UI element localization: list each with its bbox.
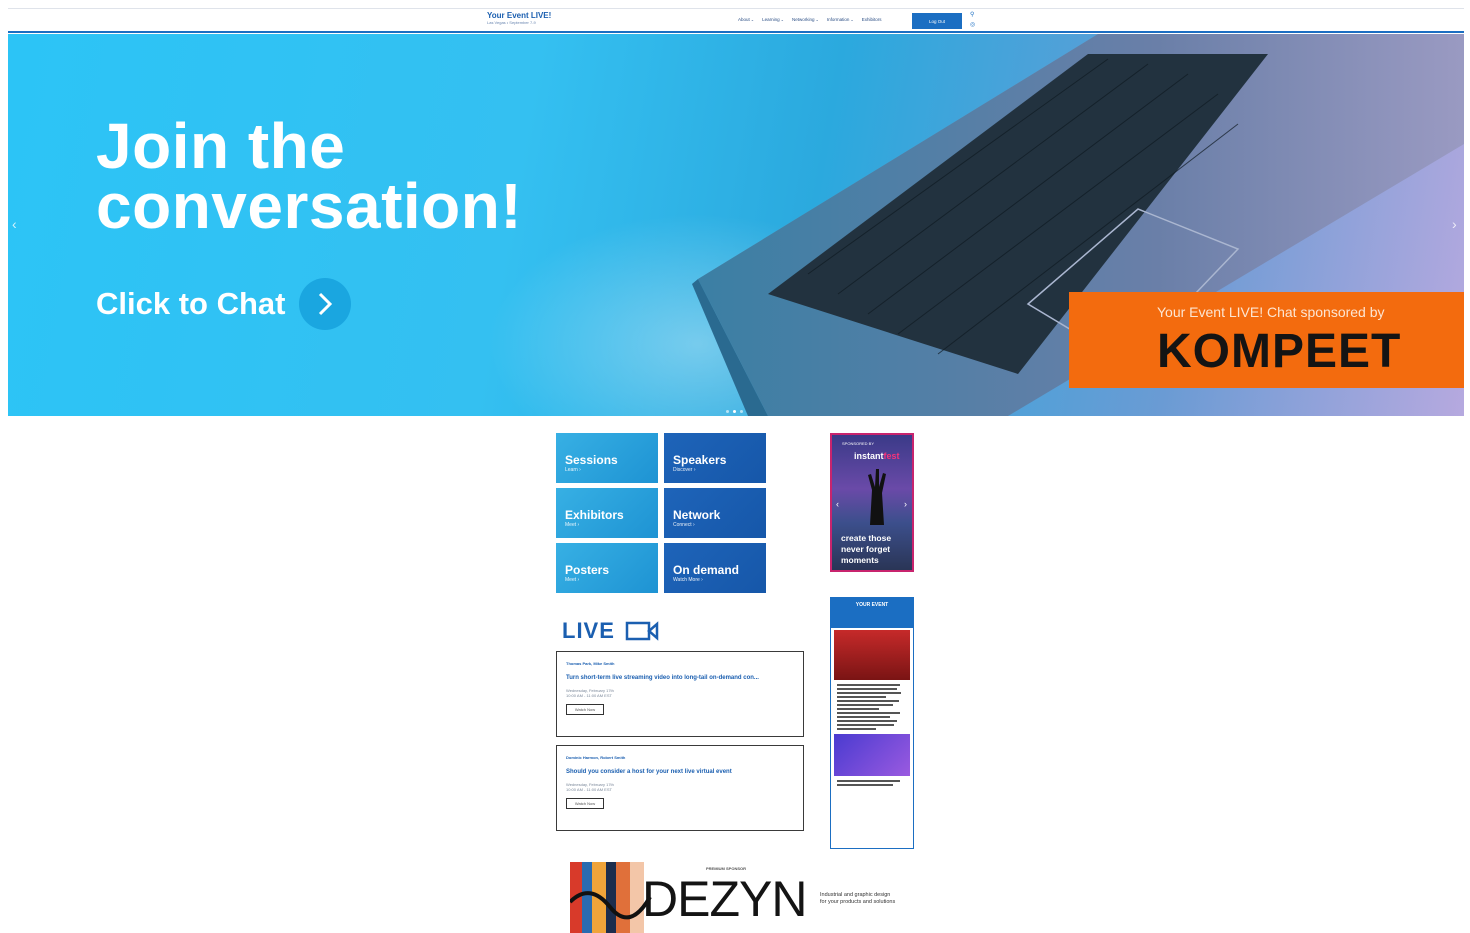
- watch-now-button[interactable]: Watch Now: [566, 704, 604, 715]
- event-feed-ad[interactable]: YOUR EVENT: [830, 597, 914, 849]
- instantfest-ad[interactable]: SPONSORED BY instantfest ‹ › create thos…: [830, 433, 914, 572]
- session-time: 10:00 AM - 11:00 AM EST: [566, 787, 612, 792]
- carousel-dot[interactable]: [726, 410, 729, 413]
- logout-button[interactable]: Log Out: [912, 13, 962, 29]
- chevron-down-icon: ⌄: [780, 17, 784, 22]
- tile-sessions[interactable]: Sessions Learn ›: [556, 433, 658, 483]
- nav-item-learning[interactable]: Learning⌄: [762, 17, 784, 22]
- chevron-down-icon: ⌄: [750, 17, 755, 22]
- premium-sponsor-name: DEZYN: [642, 871, 807, 927]
- ad-next-icon[interactable]: ›: [904, 499, 907, 509]
- hero-title: Join the conversation!: [96, 110, 523, 242]
- raised-hand-icon: [868, 469, 886, 525]
- sponsor-line: Your Event LIVE! Chat sponsored by: [1157, 304, 1385, 320]
- live-session-card[interactable]: Dominic Harmon, Robert Smith Should you …: [556, 745, 804, 831]
- nav-item-about[interactable]: About⌄: [738, 17, 754, 22]
- sponsor-name: KOMPEET: [1157, 325, 1402, 378]
- ad-feed-photo: [834, 630, 910, 680]
- nav-item-networking[interactable]: Networking⌄: [792, 17, 819, 22]
- ad-feed-text: [837, 684, 907, 730]
- chevron-right-icon[interactable]: [299, 278, 352, 330]
- search-icon[interactable]: ⚲: [970, 11, 974, 18]
- chat-cta[interactable]: Click to Chat: [96, 278, 352, 330]
- tile-posters[interactable]: Posters Meet ›: [556, 543, 658, 593]
- carousel-dots: [726, 410, 743, 413]
- carousel-prev-icon[interactable]: ‹: [12, 216, 17, 232]
- live-label: LIVE: [562, 618, 615, 643]
- quick-links-grid: Sessions Learn › Speakers Discover › Exhib…: [556, 433, 768, 595]
- ad-feed-caption: [837, 780, 907, 786]
- tile-exhibitors[interactable]: Exhibitors Meet ›: [556, 488, 658, 538]
- brand-subtitle: Las Vegas • September 7-9: [487, 20, 536, 25]
- globe-icon[interactable]: ◎: [970, 21, 975, 28]
- ad-copy: create those never forget moments: [841, 533, 892, 565]
- main-nav: About⌄ Learning⌄ Networking⌄ Information…: [738, 17, 882, 22]
- carousel-dot[interactable]: [740, 410, 743, 413]
- nav-item-information[interactable]: Information⌄: [827, 17, 854, 22]
- ad-brand: instantfest: [854, 451, 900, 461]
- session-speakers: Dominic Harmon, Robert Smith: [566, 755, 626, 760]
- video-camera-icon: [625, 621, 659, 641]
- session-time: 10:00 AM - 11:00 AM EST: [566, 693, 612, 698]
- ad-sponsored-label: SPONSORED BY: [842, 441, 875, 446]
- chevron-down-icon: ⌄: [815, 17, 819, 22]
- tile-network[interactable]: Network Connect ›: [664, 488, 766, 538]
- session-speakers: Thomas Park, Mike Smith: [566, 661, 615, 666]
- ad-feed-header: YOUR EVENT: [831, 598, 913, 628]
- live-session-card[interactable]: Thomas Park, Mike Smith Turn short-term …: [556, 651, 804, 737]
- carousel-next-icon[interactable]: ›: [1452, 216, 1457, 232]
- nav-item-exhibitors[interactable]: Exhibitors: [862, 17, 882, 22]
- brand-title: Your Event LIVE!: [487, 11, 552, 20]
- premium-sponsor-tagline: Industrial and graphic design for your p…: [820, 892, 896, 905]
- premium-sponsor-banner[interactable]: PREMIUM SPONSOR DEZYN Industrial and gra…: [570, 862, 900, 933]
- hero-carousel[interactable]: Join the conversation! Click to Chat You…: [8, 34, 1464, 416]
- session-title[interactable]: Turn short-term live streaming video int…: [566, 674, 794, 683]
- chevron-down-icon: ⌄: [850, 17, 854, 22]
- cta-label: Click to Chat: [96, 286, 286, 321]
- live-heading: LIVE: [562, 618, 659, 644]
- tile-speakers[interactable]: Speakers Discover ›: [664, 433, 766, 483]
- ad-prev-icon[interactable]: ‹: [836, 499, 839, 509]
- ad-feed-photo-2: [834, 734, 910, 776]
- brand-logo[interactable]: Your Event LIVE! Las Vegas • September 7…: [487, 12, 551, 25]
- session-title[interactable]: Should you consider a host for your next…: [566, 768, 794, 777]
- tile-on-demand[interactable]: On demand Watch More ›: [664, 543, 766, 593]
- chat-sponsor-banner[interactable]: Your Event LIVE! Chat sponsored by KOMPE…: [1069, 292, 1464, 388]
- site-header: Your Event LIVE! Las Vegas • September 7…: [8, 9, 1464, 33]
- watch-now-button[interactable]: Watch Now: [566, 798, 604, 809]
- carousel-dot-active[interactable]: [733, 410, 736, 413]
